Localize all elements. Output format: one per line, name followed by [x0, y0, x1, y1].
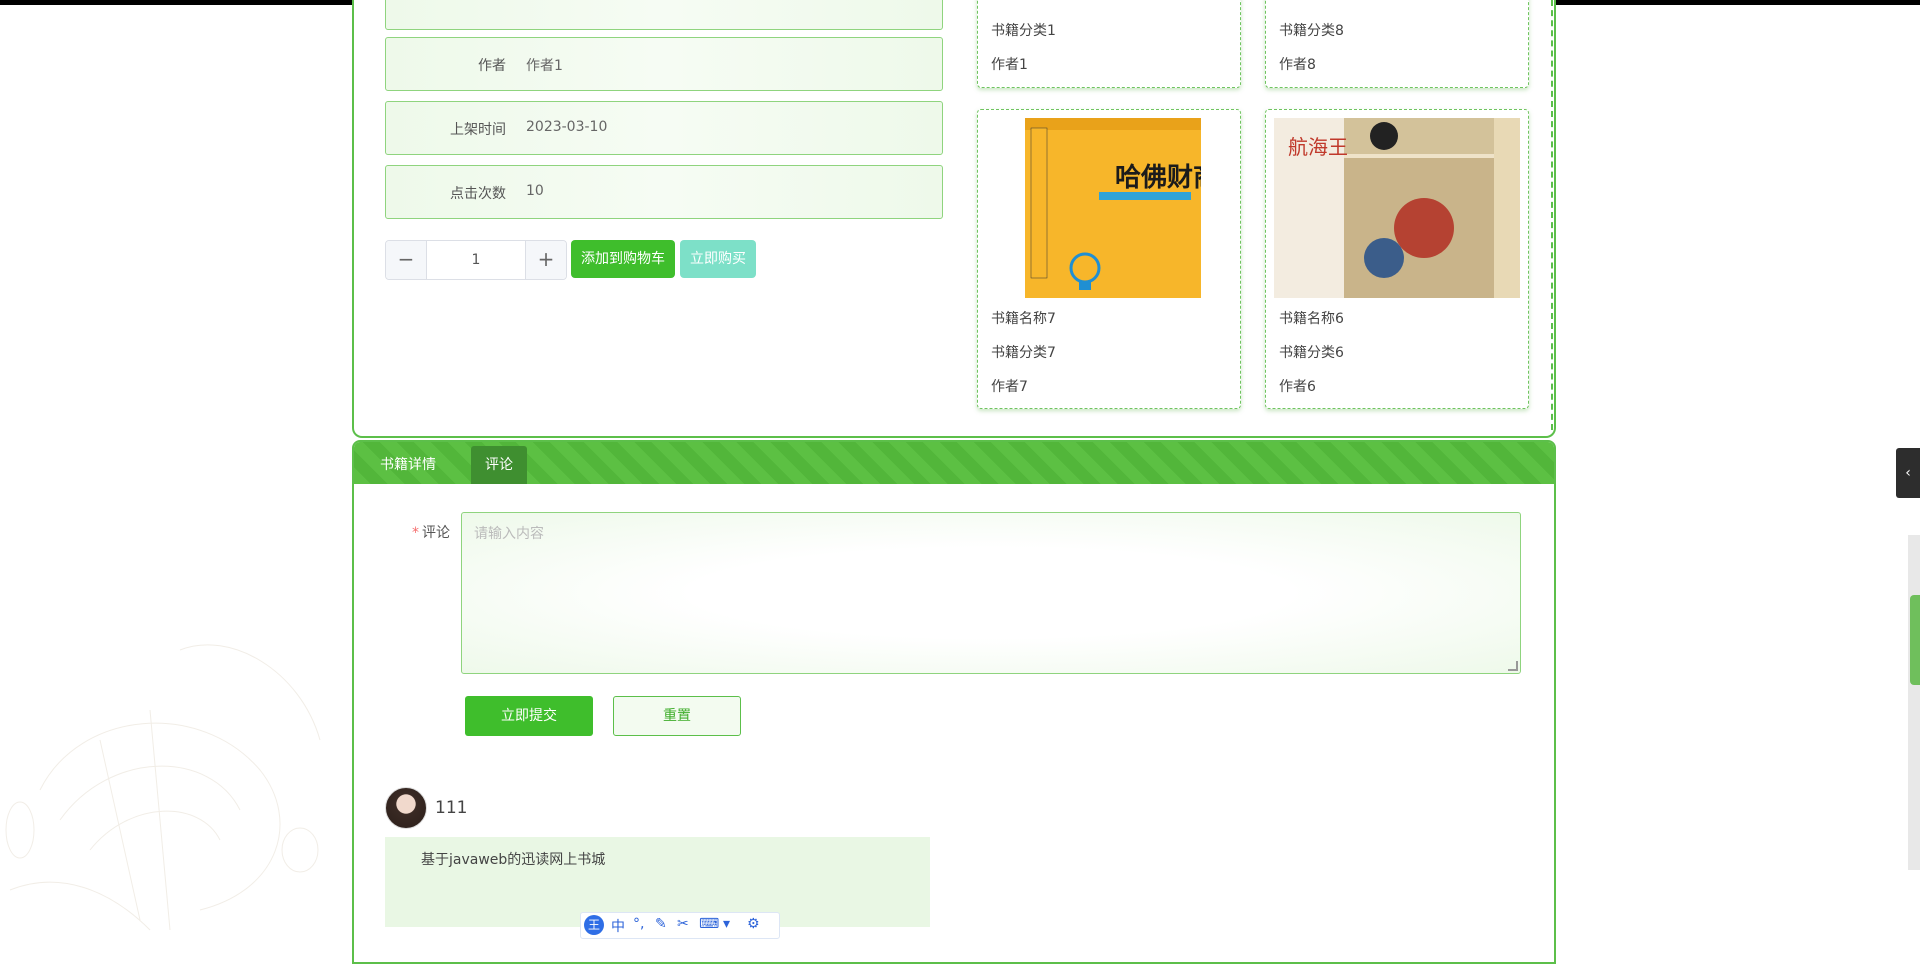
- add-to-cart-button[interactable]: 添加到购物车: [571, 240, 675, 278]
- ime-mode-toggle[interactable]: 中: [611, 916, 625, 936]
- book-cover-image: 航海王: [1274, 118, 1520, 298]
- author-label: 作者: [478, 58, 506, 74]
- decrease-button[interactable]: −: [386, 241, 427, 279]
- book-author: 作者7: [991, 379, 1028, 395]
- book-card[interactable]: 航海王 书籍名称6 书籍分类6 作者6: [1265, 109, 1529, 409]
- info-row-partial: [385, 0, 943, 30]
- tab-comments[interactable]: 评论: [471, 446, 527, 484]
- scrollbar-thumb[interactable]: [1908, 535, 1920, 870]
- pen-icon[interactable]: ✎: [655, 916, 667, 932]
- book-cover-image: 哈佛财商课: [1025, 118, 1201, 298]
- ime-logo-icon[interactable]: 王: [584, 915, 604, 935]
- reset-button[interactable]: 重置: [613, 696, 741, 736]
- cover-title: 哈佛财商课: [1115, 162, 1201, 193]
- info-row-author: 作者 作者1: [385, 37, 943, 91]
- quantity-input[interactable]: 1: [426, 241, 526, 279]
- tab-bar: 书籍详情 评论: [354, 442, 1554, 484]
- book-author: 作者8: [1279, 57, 1316, 73]
- book-author: 作者1: [991, 57, 1028, 73]
- book-category: 书籍分类1: [991, 23, 1056, 39]
- comment-content: 基于javaweb的迅读网上书城: [421, 852, 606, 868]
- drawer-toggle-icon[interactable]: ‹: [1896, 448, 1920, 498]
- increase-button[interactable]: +: [525, 241, 566, 279]
- author-value: 作者1: [526, 58, 563, 74]
- avatar: [385, 787, 427, 829]
- book-card[interactable]: 书籍分类1 作者1: [977, 0, 1241, 88]
- required-star: *: [412, 525, 419, 541]
- skin-icon[interactable]: ▾: [723, 916, 730, 932]
- ime-toolbar: 王 中 °, ✎ ✂ ⌨ ▾ ⚙: [580, 912, 780, 939]
- cover-title: 航海王: [1288, 135, 1348, 159]
- comment-placeholder: 请输入内容: [474, 526, 544, 542]
- book-author: 作者6: [1279, 379, 1316, 395]
- card-border-right: [1551, 0, 1553, 430]
- keyboard-icon[interactable]: ⌨: [699, 916, 719, 932]
- clicks-label: 点击次数: [450, 186, 506, 202]
- date-label: 上架时间: [450, 122, 506, 138]
- side-tab[interactable]: [1910, 595, 1920, 685]
- resize-handle-icon[interactable]: [1508, 661, 1518, 671]
- comment-input[interactable]: 请输入内容: [461, 512, 1521, 674]
- info-row-clicks: 点击次数 10: [385, 165, 943, 219]
- submit-button[interactable]: 立即提交: [465, 696, 593, 736]
- date-value: 2023-03-10: [526, 119, 608, 135]
- quantity-stepper: − 1 +: [385, 240, 567, 280]
- gear-icon[interactable]: ⚙: [747, 916, 760, 932]
- book-card[interactable]: 书籍分类8 作者8: [1265, 0, 1529, 88]
- comment-label: * 评论: [412, 522, 450, 542]
- book-category: 书籍分类8: [1279, 23, 1344, 39]
- scissors-icon[interactable]: ✂: [677, 916, 689, 932]
- tab-book-detail[interactable]: 书籍详情: [366, 446, 450, 484]
- buy-now-button[interactable]: 立即购买: [680, 240, 756, 278]
- clicks-value: 10: [526, 183, 544, 199]
- punctuation-icon[interactable]: °,: [633, 916, 644, 932]
- book-name: 书籍名称6: [1279, 311, 1344, 327]
- book-category: 书籍分类7: [991, 345, 1056, 361]
- book-card[interactable]: 哈佛财商课 书籍名称7 书籍分类7 作者7: [977, 109, 1241, 409]
- book-name: 书籍名称7: [991, 311, 1056, 327]
- info-row-date: 上架时间 2023-03-10: [385, 101, 943, 155]
- comment-username: 111: [435, 798, 468, 818]
- comment-label-text: 评论: [422, 525, 450, 541]
- lotus-decoration: [5, 644, 321, 931]
- book-category: 书籍分类6: [1279, 345, 1344, 361]
